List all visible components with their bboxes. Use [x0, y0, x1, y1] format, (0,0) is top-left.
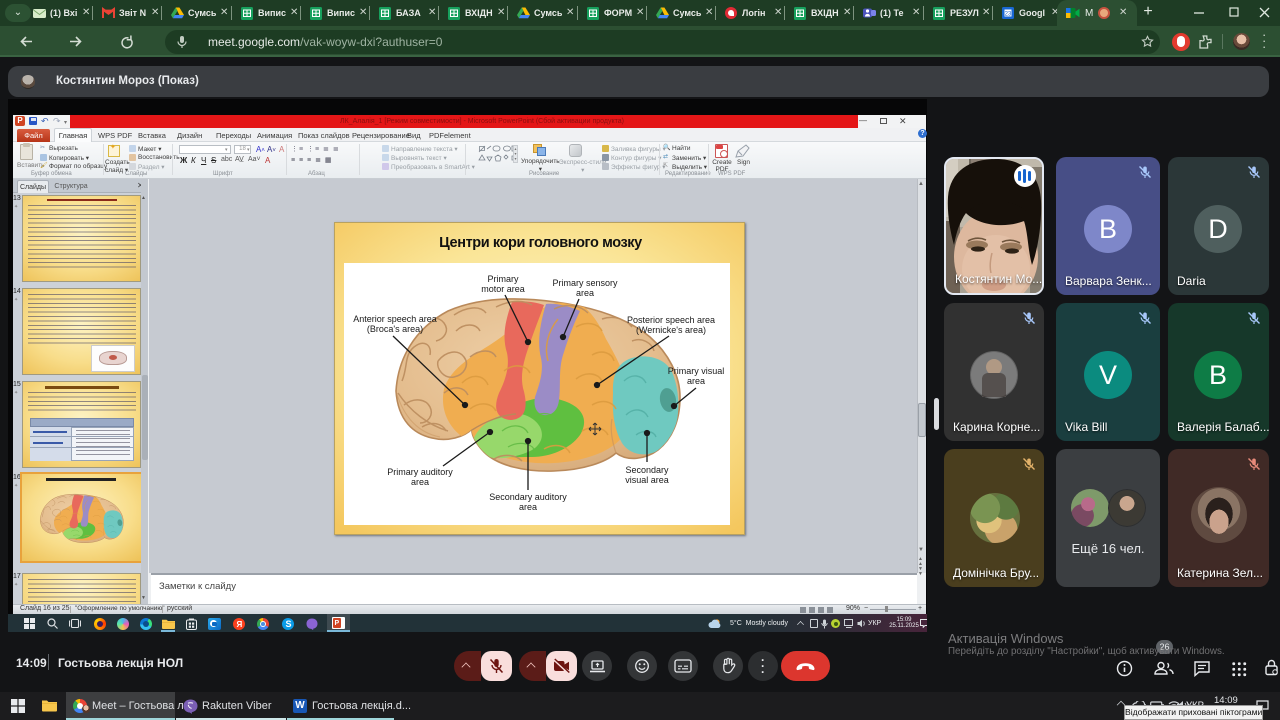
svg-text:Secondary auditory: Secondary auditory [489, 492, 567, 502]
svg-text:(Wernicke's area): (Wernicke's area) [636, 325, 706, 335]
svg-text:area: area [687, 376, 705, 386]
svg-text:area: area [576, 288, 594, 298]
svg-text:Primary sensory: Primary sensory [552, 278, 618, 288]
svg-text:23: 23 [1005, 11, 1012, 17]
svg-text:Posterior speech area: Posterior speech area [627, 315, 715, 325]
svg-text:area: area [411, 477, 429, 487]
svg-text:visual area: visual area [625, 475, 669, 485]
svg-text:Primary: Primary [488, 274, 519, 284]
svg-text:motor area: motor area [481, 284, 525, 294]
svg-text:Primary auditory: Primary auditory [387, 467, 453, 477]
svg-text:Anterior speech area: Anterior speech area [353, 314, 437, 324]
svg-text:Secondary: Secondary [625, 465, 669, 475]
svg-text:(Broca's area): (Broca's area) [367, 324, 423, 334]
svg-text:area: area [519, 502, 537, 512]
svg-text:Primary visual: Primary visual [668, 366, 725, 376]
